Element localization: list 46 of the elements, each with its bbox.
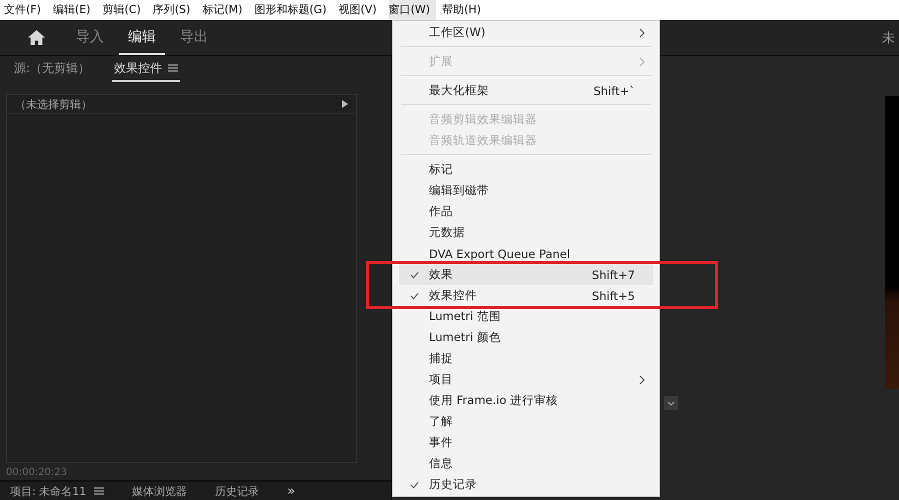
menu-item[interactable]: DVA Export Queue Panel: [399, 243, 653, 264]
menu-item[interactable]: 效果 Shift+7: [399, 264, 653, 285]
menu-bar-item[interactable]: 窗口(W): [388, 0, 436, 20]
menu-item[interactable]: 效果控件 Shift+5: [399, 285, 653, 306]
home-icon[interactable]: [28, 30, 45, 45]
menu-bar-item[interactable]: 帮助(H): [442, 0, 487, 20]
menu-item[interactable]: 捕捉: [399, 348, 653, 369]
menu-bar-item[interactable]: 剪辑(C): [102, 0, 147, 20]
checkmark-icon: [410, 292, 418, 300]
menu-item[interactable]: 事件: [399, 432, 653, 453]
menu-bar-item[interactable]: 编辑(E): [52, 0, 96, 20]
checkmark-icon: [410, 270, 418, 278]
menu-item[interactable]: 作品: [399, 201, 653, 222]
menu-bar-item[interactable]: 文件(F): [4, 0, 47, 20]
menu-item[interactable]: 信息: [399, 453, 653, 474]
menu-item[interactable]: 项目: [399, 369, 653, 390]
panel-tab[interactable]: 效果控件: [112, 56, 180, 82]
menu-icon[interactable]: [94, 487, 104, 495]
project-title: 未: [882, 30, 896, 48]
menu-item[interactable]: 元数据: [399, 222, 653, 243]
menu-item[interactable]: 最大化框架 Shift+`: [399, 80, 653, 101]
play-triangle-icon[interactable]: [342, 100, 348, 108]
menu-item[interactable]: 历史记录: [399, 474, 653, 495]
menu-item[interactable]: Lumetri 范围: [399, 306, 653, 327]
menu-bar-item[interactable]: 序列(S): [152, 0, 196, 20]
dropdown-icon[interactable]: [664, 396, 678, 410]
timecode: 00:00:20:23: [6, 467, 68, 478]
panel-header-text: （未选择剪辑）: [15, 96, 92, 112]
menu-item[interactable]: 了解: [399, 411, 653, 432]
menu-bar-item[interactable]: 标记(M): [202, 0, 248, 20]
panel-tab[interactable]: 源:（无剪辑）: [12, 56, 92, 82]
menu-item[interactable]: 使用 Frame.io 进行审核: [399, 390, 653, 411]
menu-item[interactable]: Lumetri 颜色: [399, 327, 653, 348]
workspace-tab[interactable]: 导入: [67, 20, 113, 55]
menu-icon[interactable]: [168, 64, 178, 72]
panel-tab[interactable]: 媒体浏览器: [132, 484, 188, 498]
menu-bar-item[interactable]: 视图(V): [338, 0, 383, 20]
workspace-tab[interactable]: 导出: [171, 20, 217, 55]
checkmark-icon: [410, 480, 418, 488]
menu-bar-item[interactable]: 图形和标题(G): [254, 0, 332, 20]
panel-tab[interactable]: 项目: 未命名11: [10, 484, 104, 498]
panel-tab[interactable]: 历史记录: [215, 484, 260, 498]
more-tabs-button[interactable]: »: [287, 484, 296, 498]
menu-item[interactable]: 标记: [399, 159, 653, 180]
menu-item[interactable]: 工作区(W): [399, 22, 653, 43]
menu-item[interactable]: 编辑到磁带: [399, 180, 653, 201]
